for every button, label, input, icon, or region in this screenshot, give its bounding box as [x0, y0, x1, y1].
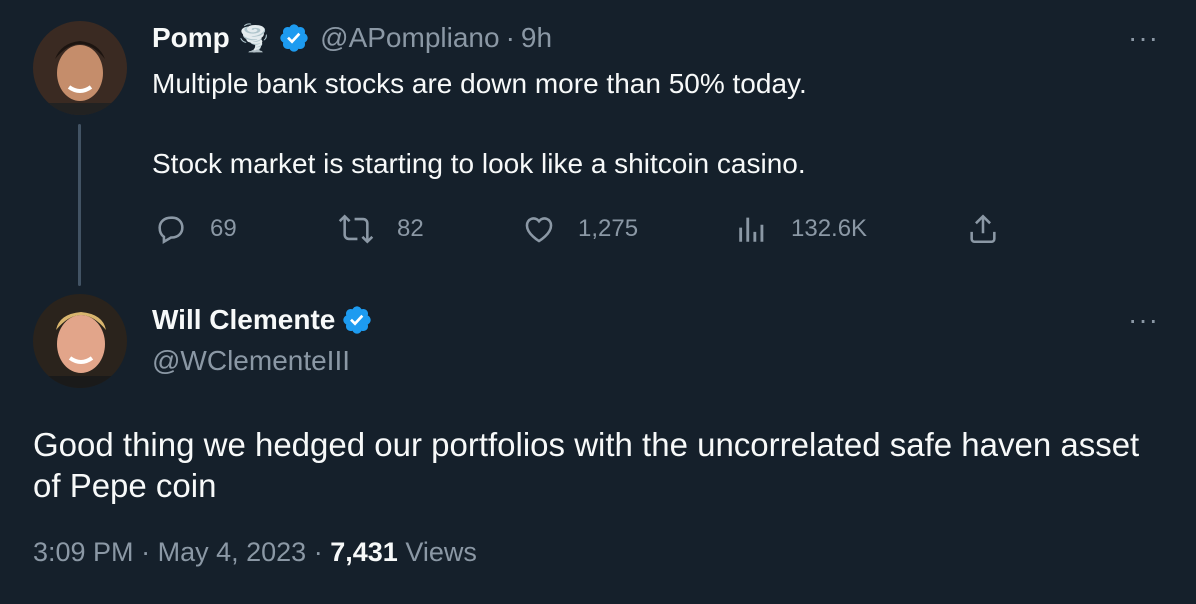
verified-badge-icon [278, 22, 310, 54]
views-count: 7,431 [330, 537, 398, 567]
pomp-handle[interactable]: @APompliano [320, 22, 499, 54]
parent-tweet-text-line-2: Stock market is starting to look like a … [152, 148, 806, 179]
views-label: Views [405, 537, 477, 567]
views-button[interactable]: 132.6K [735, 212, 867, 246]
reply-button[interactable]: 69 [154, 212, 237, 246]
will-clemente-handle[interactable]: @WClementeIII [152, 345, 350, 377]
tweet-timestamp[interactable]: 9h [521, 22, 552, 54]
more-options-button[interactable]: ··· [1128, 22, 1159, 54]
meta-separator: · [141, 537, 151, 567]
retweet-count: 82 [397, 215, 424, 242]
dot-separator: · [505, 22, 515, 53]
analytics-bars-icon [739, 217, 764, 242]
pomp-display-name[interactable]: Pomp [152, 22, 230, 54]
pomp-avatar[interactable] [33, 21, 127, 115]
more-options-button[interactable]: ··· [1128, 304, 1159, 336]
like-count: 1,275 [578, 215, 639, 242]
share-icon [970, 214, 996, 244]
tweet-time[interactable]: 3:09 PM [33, 537, 134, 567]
thread-connector-line [78, 124, 81, 286]
heart-icon [525, 217, 553, 243]
view-count: 132.6K [791, 215, 868, 242]
share-button[interactable] [966, 212, 1022, 246]
meta-separator: · [313, 537, 323, 567]
like-button[interactable]: 1,275 [522, 212, 638, 246]
will-clemente-display-name[interactable]: Will Clemente [152, 304, 335, 336]
reply-count: 69 [210, 215, 237, 242]
will-clemente-avatar[interactable] [33, 294, 127, 388]
parent-tweet-text-line-1: Multiple bank stocks are down more than … [152, 68, 807, 99]
main-tweet-text: Good thing we hedged our portfolios with… [33, 426, 1140, 504]
tweet-date[interactable]: May 4, 2023 [158, 537, 307, 567]
verified-badge-icon [341, 304, 373, 336]
retweet-button[interactable]: 82 [337, 212, 424, 246]
retweet-icon [338, 214, 374, 244]
tornado-emoji: 🌪️ [237, 22, 271, 53]
reply-icon [158, 216, 184, 245]
